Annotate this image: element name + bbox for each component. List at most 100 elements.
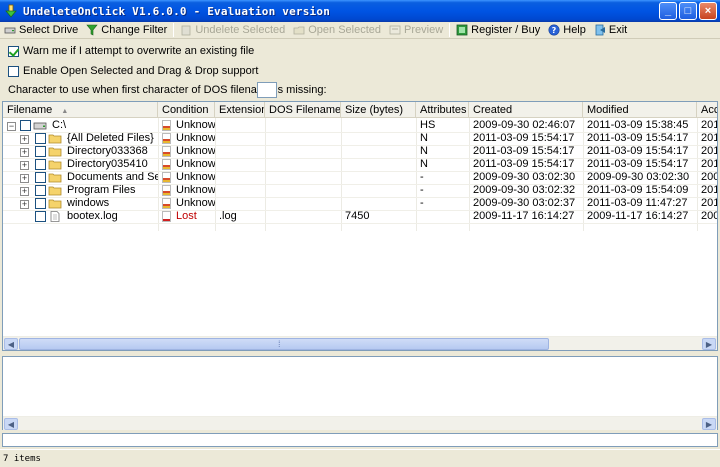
status-bar: 7 items	[0, 449, 720, 467]
row-checkbox[interactable]	[35, 198, 46, 209]
register-buy-button[interactable]: Register / Buy	[452, 22, 544, 39]
row-filename: C:\	[52, 119, 67, 131]
table-row[interactable]: + Directory033368 Unknown N 2011-03-09 1…	[3, 145, 717, 158]
row-size	[341, 184, 416, 197]
row-size	[341, 119, 416, 132]
scroll-grip-icon: ⁞	[278, 339, 281, 349]
column-modified[interactable]: Modified	[583, 102, 697, 118]
row-extension	[215, 171, 265, 184]
scroll-right-button[interactable]: ▶	[702, 338, 716, 350]
exit-icon	[595, 24, 605, 36]
table-row[interactable]: + Directory035410 Unknown N 2011-03-09 1…	[3, 158, 717, 171]
expand-icon[interactable]: +	[20, 161, 29, 170]
column-created[interactable]: Created	[469, 102, 583, 118]
row-dos-filename	[265, 197, 341, 210]
row-size	[341, 145, 416, 158]
folder-icon	[48, 199, 62, 209]
enable-open-drag-option[interactable]: Enable Open Selected and Drag & Drop sup…	[8, 65, 258, 77]
row-checkbox[interactable]	[35, 146, 46, 157]
dos-char-input[interactable]	[257, 82, 277, 98]
row-checkbox[interactable]	[35, 185, 46, 196]
table-row[interactable]: + Program Files Unknown - 2009-09-30 03:…	[3, 184, 717, 197]
folder-icon	[48, 173, 62, 183]
row-dos-filename	[265, 210, 341, 223]
column-size[interactable]: Size (bytes)	[341, 102, 416, 118]
undelete-selected-button[interactable]: Undelete Selected	[176, 22, 289, 39]
toolbar-separator	[173, 23, 175, 37]
row-checkbox[interactable]	[35, 211, 46, 222]
open-selected-button[interactable]: Open Selected	[289, 22, 385, 39]
window-title: UndeleteOnClick V1.6.0.0 - Evaluation ve…	[23, 4, 331, 18]
filter-icon	[86, 24, 98, 36]
row-created: 2011-03-09 15:54:17	[473, 145, 575, 157]
exit-button[interactable]: Exit	[590, 22, 631, 39]
table-row[interactable]: + Documents and Setti... Unknown - 2009-…	[3, 171, 717, 184]
column-attributes[interactable]: Attributes	[416, 102, 469, 118]
title-bar[interactable]: UndeleteOnClick V1.6.0.0 - Evaluation ve…	[0, 0, 720, 22]
expand-icon[interactable]: +	[20, 148, 29, 157]
row-created: 2009-09-30 03:02:30	[473, 171, 576, 183]
column-accessed[interactable]: Acce	[697, 102, 717, 118]
row-checkbox[interactable]	[35, 172, 46, 183]
info-strip	[2, 433, 718, 447]
expand-icon[interactable]: +	[20, 187, 29, 196]
row-filename: Program Files	[67, 184, 136, 196]
row-modified: 2011-03-09 15:38:45	[587, 119, 689, 131]
file-list[interactable]: Filename ▲ Condition Extension DOS Filen…	[2, 101, 718, 351]
column-filename[interactable]: Filename ▲	[3, 102, 158, 118]
preview-scroll-left-button[interactable]: ◀	[4, 418, 18, 430]
scroll-thumb[interactable]: ⁞	[19, 338, 549, 350]
condition-icon	[162, 198, 171, 209]
sort-arrow-icon: ▲	[61, 108, 69, 115]
preview-button[interactable]: Preview	[385, 22, 447, 39]
table-row[interactable]: + windows Unknown - 2009-09-30 03:02:37 …	[3, 197, 717, 210]
row-created: 2009-09-30 03:02:37	[473, 197, 576, 209]
collapse-icon[interactable]: −	[7, 122, 16, 131]
row-attributes: HS	[420, 119, 436, 131]
row-modified: 2009-09-30 03:02:30	[587, 171, 690, 183]
close-button[interactable]: ×	[699, 2, 717, 20]
row-created: 2011-03-09 15:54:17	[473, 158, 575, 170]
row-modified: 2009-11-17 16:14:27	[587, 210, 689, 222]
enable-open-drag-checkbox[interactable]	[8, 65, 19, 77]
help-icon: ?	[548, 24, 560, 36]
warn-overwrite-checkbox[interactable]	[8, 45, 19, 57]
row-condition: Unknown	[158, 158, 215, 171]
preview-horizontal-scrollbar[interactable]: ◀ ▶	[3, 416, 717, 430]
table-row[interactable]: − C:\ Unknown HS 2009-09-30 02:46:07 201…	[3, 119, 717, 132]
scroll-left-button[interactable]: ◀	[4, 338, 18, 350]
expand-icon[interactable]: +	[20, 174, 29, 183]
row-created: 2011-03-09 15:54:17	[473, 132, 575, 144]
folder-icon	[48, 134, 62, 144]
change-filter-button[interactable]: Change Filter	[82, 22, 171, 39]
warn-overwrite-option[interactable]: Warn me if I attempt to overwrite an exi…	[8, 45, 254, 57]
help-button[interactable]: ? Help	[544, 22, 590, 39]
row-dos-filename	[265, 158, 341, 171]
horizontal-scrollbar[interactable]: ◀ ⁞ ▶	[3, 336, 717, 350]
row-extension	[215, 145, 265, 158]
row-dos-filename	[265, 119, 341, 132]
expand-icon[interactable]: +	[20, 135, 29, 144]
preview-scroll-right-button[interactable]: ▶	[702, 418, 716, 430]
change-filter-label: Change Filter	[101, 24, 168, 36]
select-drive-button[interactable]: Select Drive	[0, 22, 82, 39]
table-row[interactable]: + {All Deleted Files} Unknown N 2011-03-…	[3, 132, 717, 145]
expand-icon[interactable]: +	[20, 200, 29, 209]
row-accessed: 2009	[701, 210, 717, 222]
row-checkbox[interactable]	[35, 133, 46, 144]
minimize-button[interactable]: _	[659, 2, 677, 20]
row-checkbox[interactable]	[20, 120, 31, 131]
table-row[interactable]: bootex.log Lost .log 7450 2009-11-17 16:…	[3, 210, 717, 223]
close-icon: ×	[704, 5, 712, 17]
preview-pane[interactable]: ◀ ▶	[2, 356, 718, 430]
row-accessed: 201	[701, 158, 718, 170]
row-accessed: 201	[701, 145, 718, 157]
column-extension[interactable]: Extension	[215, 102, 265, 118]
column-condition[interactable]: Condition	[158, 102, 215, 118]
row-condition: Unknown	[158, 184, 215, 197]
row-checkbox[interactable]	[35, 159, 46, 170]
row-extension	[215, 158, 265, 171]
maximize-button[interactable]: □	[679, 2, 697, 20]
column-dos-filename[interactable]: DOS Filename	[265, 102, 341, 118]
row-accessed: 201	[701, 132, 718, 144]
